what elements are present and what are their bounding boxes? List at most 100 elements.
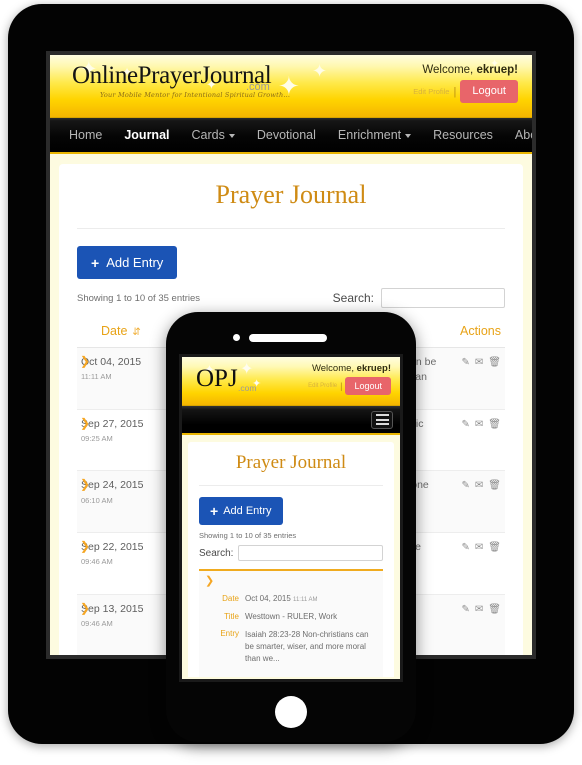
welcome-message: Welcome, ekruep! <box>413 64 518 76</box>
envelope-icon[interactable]: ✉ <box>475 542 483 553</box>
nav-item-about[interactable]: About <box>504 118 532 152</box>
pencil-icon[interactable]: ✎ <box>462 480 470 491</box>
plus-icon: + <box>91 254 100 271</box>
mobile-entry-title-field: Title Westtown - RULER, Work <box>205 611 377 623</box>
cell-actions: ✎ ✉ 🗑 <box>449 532 505 595</box>
cell-actions: ✎ ✉ 🗑 <box>449 594 505 655</box>
cell-date: ❯ Sep 13, 2015 09:46 AM <box>77 594 168 655</box>
hamburger-icon[interactable] <box>371 410 393 429</box>
column-header-date-label: Date <box>101 324 128 338</box>
envelope-icon[interactable]: ✉ <box>475 419 483 430</box>
trash-icon[interactable]: 🗑 <box>488 480 501 491</box>
chevron-down-icon[interactable]: ❯ <box>205 576 377 587</box>
cell-actions: ✎ ✉ 🗑 <box>449 409 505 472</box>
main-navigation: Home Journal Cards Devotional Enrichment… <box>50 117 532 154</box>
nav-item-devotional[interactable]: Devotional <box>246 118 327 152</box>
mobile-content-card: Prayer Journal + Add Entry Showing 1 to … <box>188 442 394 677</box>
separator: | <box>453 85 457 98</box>
nav-item-cards[interactable]: Cards <box>181 118 246 152</box>
plus-icon: + <box>210 503 219 519</box>
page-title: Prayer Journal <box>77 180 505 229</box>
chevron-down-icon[interactable]: ❯ <box>80 417 90 429</box>
mobile-entry-title-value: Westtown - RULER, Work <box>245 611 338 621</box>
mobile-entry-title-label: Title <box>224 611 239 621</box>
row-date: Oct 04, 2015 <box>81 356 142 368</box>
hamburger-bar <box>375 414 389 416</box>
mobile-search-input[interactable] <box>238 545 383 561</box>
cell-actions: ✎ ✉ 🗑 <box>449 470 505 533</box>
hamburger-bar <box>375 423 389 425</box>
mobile-entry-date-label: Date <box>222 594 239 603</box>
row-date: Sep 22, 2015 <box>81 540 144 553</box>
chevron-down-icon <box>405 133 412 138</box>
chevron-down-icon[interactable]: ❯ <box>80 355 90 367</box>
mobile-navigation-bar <box>182 405 400 435</box>
phone-speaker-grille <box>249 334 327 342</box>
nav-item-enrichment[interactable]: Enrichment <box>327 118 422 152</box>
nav-item-enrichment-label: Enrichment <box>337 128 402 142</box>
mobile-username: ekruep! <box>356 363 391 374</box>
pencil-icon[interactable]: ✎ <box>462 604 470 615</box>
row-date: Sep 13, 2015 <box>81 602 144 615</box>
cell-actions: ✎ ✉ 🗑 <box>449 347 505 410</box>
mobile-entry-date-value: Oct 04, 2015 11:11 AM <box>245 593 318 605</box>
search-area: Search: <box>333 288 505 308</box>
chevron-down-icon[interactable]: ❯ <box>80 602 90 614</box>
phone-device-frame: ✦ ✦ ✦ OPJ .com Welcome, ekruep! Edit Pro… <box>166 312 416 742</box>
sparkle-icon: ✦ <box>240 361 254 378</box>
mobile-entry-body-field: Entry Isaiah 28:23-28 Non-christians can… <box>205 628 377 665</box>
cell-date: ❯ Sep 22, 2015 09:46 AM <box>77 532 168 595</box>
mobile-site-logo[interactable]: OPJ <box>196 366 238 391</box>
table-info-row: Showing 1 to 10 of 35 entries Search: <box>77 288 505 308</box>
mobile-entry-card: ❯ Date Oct 04, 2015 11:11 AM Title Westt… <box>199 569 383 677</box>
phone-camera-icon <box>233 334 240 341</box>
column-header-date[interactable]: Date ⇵ <box>77 320 167 348</box>
phone-screen: ✦ ✦ ✦ OPJ .com Welcome, ekruep! Edit Pro… <box>179 354 403 682</box>
mobile-user-area: Welcome, ekruep! Edit Profile | Logout <box>308 363 391 395</box>
toolbar: + Add Entry <box>77 229 505 279</box>
envelope-icon[interactable]: ✉ <box>475 604 483 615</box>
chevron-down-icon[interactable]: ❯ <box>80 478 90 490</box>
nav-item-journal[interactable]: Journal <box>113 118 180 152</box>
mobile-entry-actions: ✎ ✉ 🗑 <box>205 673 377 677</box>
nav-item-resources[interactable]: Resources <box>422 118 504 152</box>
row-date: Sep 24, 2015 <box>81 479 144 492</box>
pencil-icon[interactable]: ✎ <box>462 357 470 368</box>
showing-entries-text: Showing 1 to 10 of 35 entries <box>77 292 201 304</box>
username: ekruep! <box>476 64 518 76</box>
mobile-user-actions: Edit Profile | Logout <box>308 377 391 395</box>
nav-item-home[interactable]: Home <box>58 118 113 152</box>
mobile-welcome-message: Welcome, ekruep! <box>308 363 391 374</box>
mobile-showing-entries-text: Showing 1 to 10 of 35 entries <box>199 531 297 540</box>
add-entry-button[interactable]: + Add Entry <box>77 246 178 279</box>
search-label: Search: <box>332 291 374 305</box>
pencil-icon[interactable]: ✎ <box>462 419 470 430</box>
mobile-logout-button[interactable]: Logout <box>345 377 391 395</box>
edit-profile-link[interactable]: Edit Profile <box>413 87 449 96</box>
sparkle-icon: ✦ <box>312 61 328 81</box>
mobile-welcome-prefix: Welcome, <box>311 363 357 374</box>
chevron-down-icon[interactable]: ❯ <box>80 540 90 552</box>
mobile-separator: | <box>340 381 343 391</box>
column-header-actions: Actions <box>449 320 505 348</box>
search-input[interactable] <box>381 288 505 308</box>
welcome-prefix: Welcome, <box>422 64 477 76</box>
pencil-icon[interactable]: ✎ <box>462 542 470 553</box>
chevron-down-icon <box>228 133 235 138</box>
trash-icon[interactable]: 🗑 <box>488 604 501 615</box>
mobile-search-area: Search: <box>199 545 383 561</box>
mobile-search-label: Search: <box>199 547 234 559</box>
mobile-edit-profile-link[interactable]: Edit Profile <box>308 383 337 389</box>
phone-home-button[interactable] <box>275 696 307 728</box>
trash-icon[interactable]: 🗑 <box>488 542 501 553</box>
mobile-site-header: ✦ ✦ ✦ OPJ .com Welcome, ekruep! Edit Pro… <box>182 357 400 405</box>
mobile-add-entry-button[interactable]: + Add Entry <box>199 497 283 525</box>
trash-icon[interactable]: 🗑 <box>488 419 501 430</box>
logout-button[interactable]: Logout <box>460 80 518 103</box>
hamburger-bar <box>375 418 389 421</box>
trash-icon[interactable]: 🗑 <box>488 357 501 368</box>
add-entry-label: Add Entry <box>106 255 164 270</box>
cell-date: ❯ Sep 27, 2015 09:25 AM <box>77 409 168 472</box>
envelope-icon[interactable]: ✉ <box>475 480 483 491</box>
envelope-icon[interactable]: ✉ <box>475 357 483 368</box>
